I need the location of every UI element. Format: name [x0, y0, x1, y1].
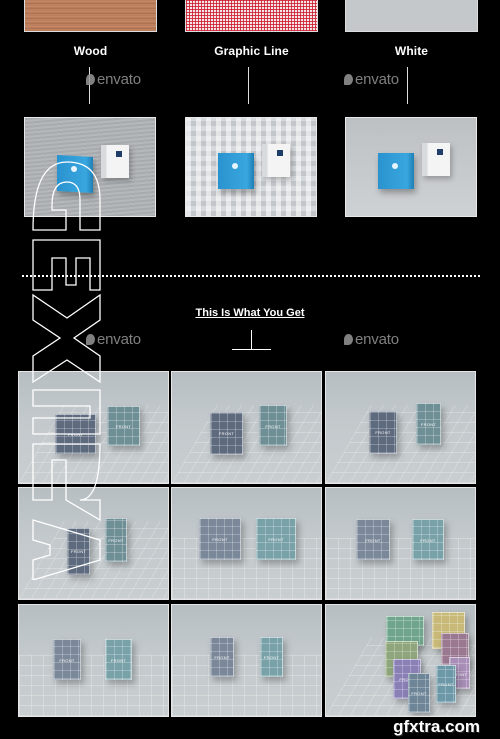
- swatch-label-wood: Wood: [73, 44, 108, 58]
- envato-leaf-icon: [86, 74, 95, 85]
- mockup-tile: FRONT FRONT: [171, 487, 322, 600]
- mockup-box: FRONT: [107, 406, 140, 446]
- mockup-tile: FRONT FRONT FRONT FRONT: [325, 604, 476, 717]
- floor-grid: [326, 405, 475, 483]
- envato-watermark: envato: [344, 71, 399, 88]
- box-label: FRONT: [411, 691, 427, 697]
- mockup-box: FRONT: [259, 405, 287, 446]
- white-box-product: [262, 144, 290, 177]
- box-label: FRONT: [265, 423, 281, 429]
- graphic-line-preview-image: [185, 117, 317, 217]
- box-label: FRONT: [214, 655, 230, 661]
- swatch-label-white: White: [394, 44, 429, 58]
- blue-box-product: [57, 155, 93, 193]
- mockup-box: FRONT: [260, 637, 283, 677]
- mockup-tile: FRONT FRONT: [18, 371, 169, 484]
- mockup-box: FRONT: [436, 665, 456, 703]
- floor-grid: [172, 405, 321, 483]
- envato-text: envato: [355, 71, 399, 88]
- envato-text: envato: [97, 71, 141, 88]
- mockup-box: FRONT: [67, 528, 90, 575]
- mockup-box: FRONT: [408, 673, 430, 713]
- box-label: FRONT: [108, 537, 124, 543]
- mockup-box: FRONT: [256, 518, 296, 560]
- white-box-product: [422, 143, 450, 176]
- box-label: FRONT: [438, 682, 454, 688]
- mockup-box: FRONT: [199, 518, 241, 560]
- box-label: FRONT: [420, 537, 436, 543]
- mockup-box: FRONT: [105, 518, 127, 562]
- mockup-tile: FRONT FRONT: [171, 371, 322, 484]
- mockup-tile: FRONT FRONT: [325, 487, 476, 600]
- envato-leaf-icon: [344, 74, 353, 85]
- floor-grid: [172, 537, 321, 599]
- box-label: FRONT: [59, 657, 75, 663]
- white-box-product: [101, 145, 129, 178]
- mockup-tile: FRONT FRONT: [18, 604, 169, 717]
- connector-line: [407, 67, 408, 104]
- envato-watermark: envato: [86, 71, 141, 88]
- envato-leaf-icon: [344, 334, 353, 345]
- mockup-tile: FRONT FRONT: [325, 371, 476, 484]
- floor-grid: [19, 521, 168, 599]
- mockup-box: FRONT: [369, 411, 397, 454]
- mockup-tile: FRONT FRONT: [18, 487, 169, 600]
- box-label: FRONT: [365, 537, 381, 543]
- floor-grid: [19, 654, 168, 716]
- floor-grid: [172, 654, 321, 716]
- envato-text: envato: [97, 331, 141, 348]
- box-label: FRONT: [115, 424, 132, 430]
- box-label: FRONT: [375, 430, 391, 436]
- blue-box-product: [378, 153, 414, 189]
- envato-watermark: envato: [86, 331, 141, 348]
- white-swatch: [345, 0, 478, 32]
- box-label: FRONT: [218, 431, 235, 437]
- wood-preview-image: [24, 117, 156, 217]
- mockup-box: FRONT: [412, 519, 444, 560]
- envato-text: envato: [355, 331, 399, 348]
- box-label: FRONT: [70, 549, 87, 555]
- white-preview-image: [345, 117, 477, 217]
- mockup-box: FRONT: [105, 639, 132, 680]
- wood-swatch: [24, 0, 157, 32]
- mockup-box: FRONT: [55, 414, 96, 454]
- mockup-tile: FRONT FRONT: [171, 604, 322, 717]
- envato-watermark: envato: [344, 331, 399, 348]
- floor-grid: [326, 537, 475, 599]
- mockup-box: FRONT: [416, 403, 441, 445]
- graphic-line-swatch: [185, 0, 318, 32]
- swatch-label-graphic-line: Graphic Line: [214, 44, 289, 58]
- box-label: FRONT: [110, 657, 127, 663]
- box-label: FRONT: [420, 422, 437, 427]
- box-label: FRONT: [212, 537, 228, 542]
- mockup-box: FRONT: [210, 637, 234, 677]
- t-marker-horizontal: [232, 349, 271, 350]
- letter-f: [32, 239, 101, 291]
- gfxtra-site-watermark: gfxtra.com: [393, 717, 480, 736]
- mockup-box: FRONT: [210, 412, 243, 455]
- connector-line: [248, 67, 249, 104]
- mockup-box: FRONT: [53, 639, 81, 680]
- box-label: FRONT: [263, 655, 280, 661]
- mockup-box: FRONT: [356, 519, 390, 560]
- envato-leaf-icon: [86, 334, 95, 345]
- box-label: FRONT: [67, 432, 84, 438]
- dotted-separator: [22, 275, 480, 277]
- box-label: FRONT: [268, 537, 284, 542]
- section-title: This Is What You Get: [195, 307, 305, 319]
- t-marker-vertical: [251, 330, 252, 350]
- blue-box-product: [218, 153, 254, 189]
